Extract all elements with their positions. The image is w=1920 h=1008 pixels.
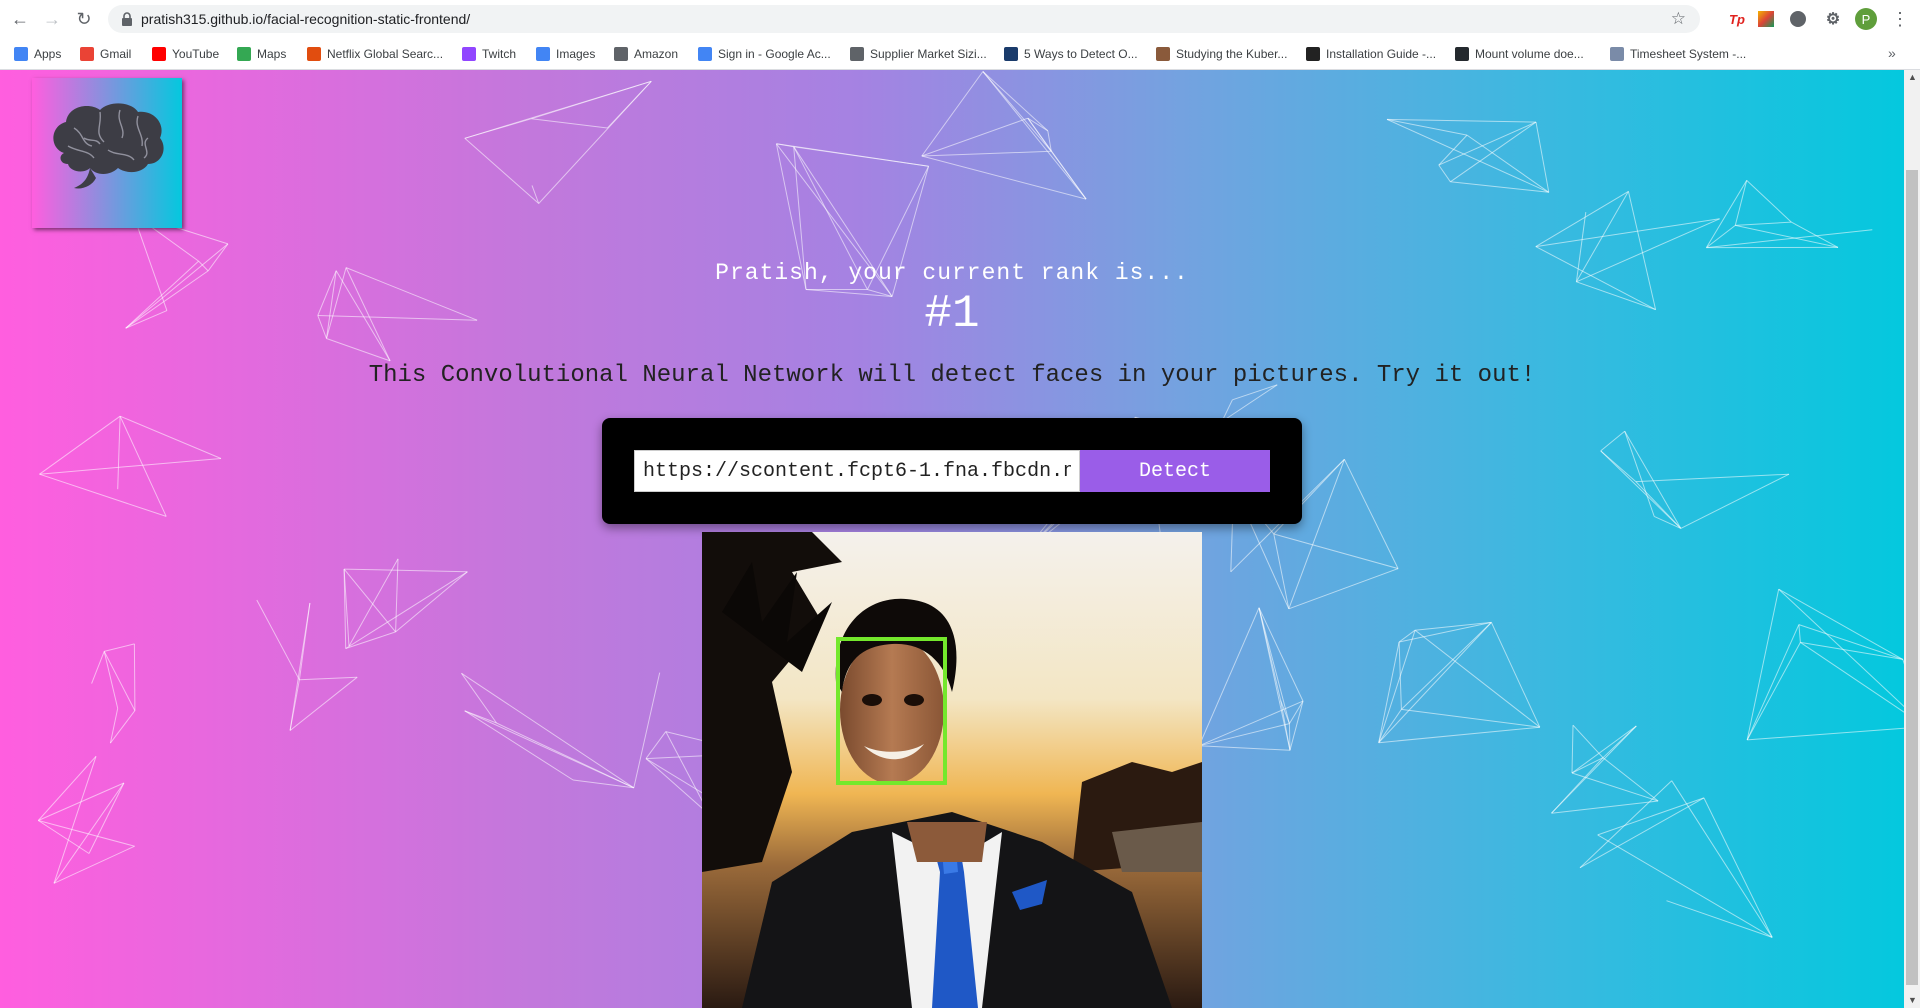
bookmark-item[interactable]: Mount volume doe... [1455,45,1584,63]
bookmark-item[interactable]: Sign in - Google Ac... [698,45,831,63]
google-icon [536,47,550,61]
youtube-icon [152,47,166,61]
image-url-input[interactable] [634,450,1080,492]
globe-icon [850,47,864,61]
bookmark-item[interactable]: Maps [237,45,286,63]
person-icon [1156,47,1170,61]
bookmark-label: Amazon [634,47,679,61]
bookmark-label: YouTube [172,47,220,61]
github-icon [1455,47,1469,61]
profile-avatar[interactable]: P [1855,8,1877,30]
image-url-form: Detect [602,418,1302,524]
doc-icon [1610,47,1624,61]
address-bar[interactable]: pratish315.github.io/facial-recognition-… [108,5,1700,33]
gmail-icon [80,47,94,61]
bookmarks-bar: Apps Gmail YouTube Maps Netflix Global Searc… [0,38,1920,70]
bookmark-item[interactable]: 5 Ways to Detect O... [1004,45,1138,63]
color-extension-icon[interactable] [1758,11,1774,27]
bookmark-label: Supplier Market Sizi... [870,47,987,61]
avatar-extension-icon[interactable] [1790,11,1806,27]
bookmark-label: Images [556,47,596,61]
puzzle-extensions-icon[interactable]: ⚙ [1822,8,1844,30]
brain-icon [53,103,164,189]
twitch-icon [462,47,476,61]
bookmark-label: Installation Guide -... [1326,47,1437,61]
scroll-down-arrow-icon[interactable]: ▼ [1908,995,1917,1005]
detect-button[interactable]: Detect [1080,450,1270,492]
bookmark-label: Sign in - Google Ac... [718,47,831,61]
site-icon [1004,47,1018,61]
bookmark-label: Twitch [482,47,517,61]
apps-grid-icon [14,47,28,61]
rank-value: #1 [924,288,980,340]
bookmark-label: Netflix Global Searc... [327,47,444,61]
bookmark-label: 5 Ways to Detect O... [1024,47,1138,61]
reload-icon[interactable]: ↻ [72,7,96,31]
face-bounding-box [836,637,947,785]
bookmark-label: Maps [257,47,287,61]
rank-message: Pratish, your current rank is... [715,260,1189,286]
bookmark-item[interactable]: YouTube [152,45,219,63]
maps-icon [237,47,251,61]
page-viewport: Pratish, your current rank is... #1 This… [0,70,1904,1008]
bookmark-item[interactable]: Netflix Global Searc... [307,45,443,63]
bookmark-item[interactable]: Supplier Market Sizi... [850,45,987,63]
bookmark-label: Mount volume doe... [1475,47,1584,61]
bookmark-label: Apps [34,47,62,61]
bookmark-item[interactable]: Timesheet System -... [1610,45,1746,63]
unogs-icon [307,47,321,61]
bookmark-item[interactable]: Installation Guide -... [1306,45,1436,63]
page-tagline: This Convolutional Neural Network will d… [368,362,1536,389]
bookmark-item[interactable]: Apps [14,45,61,63]
bookmark-label: Timesheet System -... [1630,47,1747,61]
bookmark-label: Studying the Kuber... [1176,47,1288,61]
back-arrow-icon[interactable]: ← [8,7,32,31]
bookmark-star-icon[interactable]: ☆ [1671,9,1686,29]
menu-kebab-icon[interactable]: ⋮ [1890,8,1910,30]
uploaded-photo [702,532,1202,1008]
lock-icon [122,12,132,26]
portrait-image [702,532,1202,1008]
bookmark-item[interactable]: Studying the Kuber... [1156,45,1287,63]
bookmark-label: Gmail [100,47,132,61]
bookmark-item[interactable]: Twitch [462,45,516,63]
url-text: pratish315.github.io/facial-recognition-… [141,11,471,27]
scroll-up-arrow-icon[interactable]: ▲ [1908,72,1917,82]
bookmark-item[interactable]: Gmail [80,45,131,63]
bookmark-item[interactable]: Images [536,45,595,63]
circle-icon [1306,47,1320,61]
brain-logo[interactable] [32,78,182,228]
bookmarks-overflow-icon[interactable]: » [1888,45,1896,61]
bookmark-item[interactable]: Amazon [614,45,678,63]
page-scrollbar[interactable]: ▲ ▼ [1904,70,1920,1008]
forward-arrow-icon[interactable]: → [40,7,64,31]
scroll-thumb[interactable] [1906,170,1918,985]
browser-toolbar: ← → ↻ pratish315.github.io/facial-recogn… [0,0,1920,38]
globe-icon [614,47,628,61]
tp-extension-icon[interactable]: Tp [1726,8,1748,30]
google-icon [698,47,712,61]
